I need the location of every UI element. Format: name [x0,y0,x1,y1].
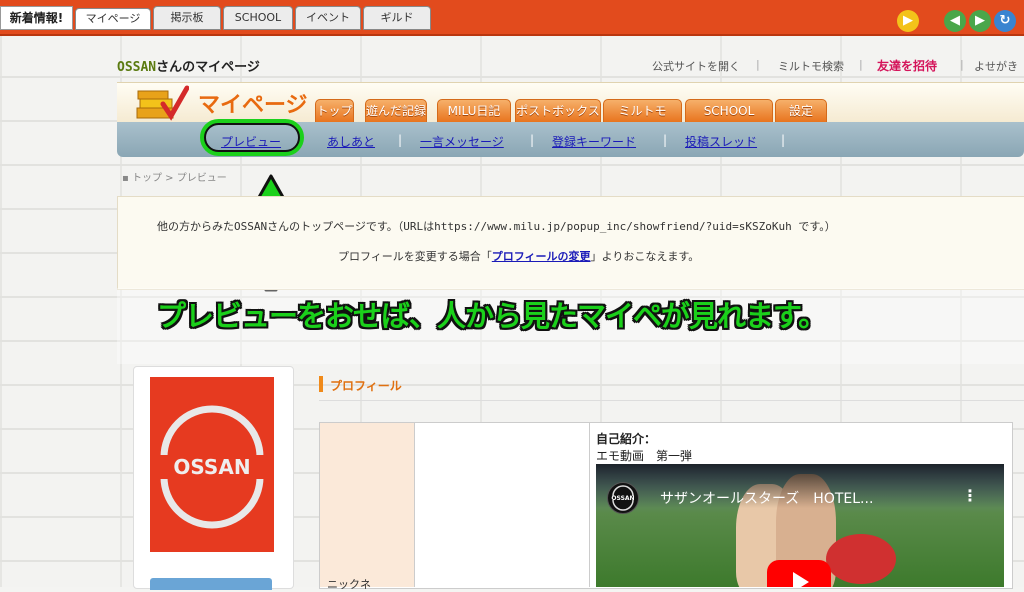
tab-milutomo[interactable]: ミルトモ [603,99,682,123]
yosegaki-link[interactable]: よせがき [974,58,1018,74]
profile-change-link[interactable]: プロフィールの変更 [492,250,591,263]
video-scooter [826,534,896,584]
info-box [117,196,1024,290]
info-line-prefix: プロフィールを変更する場合「 [338,250,492,263]
profile-heading: プロフィール [330,379,402,393]
profile-heading-marker [319,376,323,392]
breadcrumb-text: トップ > プレビュー [131,173,227,184]
books-check-icon [133,84,190,122]
footprints-link[interactable]: あしあと [327,133,375,150]
self-intro-text: エモ動画 第一弾 [596,449,693,463]
profile-cell-divider [589,423,590,587]
tab-school[interactable]: SCHOOL [223,6,293,30]
milutomo-search-link[interactable]: ミルトモ検索 [778,58,844,74]
side-card-button[interactable] [150,578,272,590]
tab-event[interactable]: イベント [295,6,361,30]
subnav-separator: | [781,133,786,147]
registered-keywords-link[interactable]: 登録キーワード [552,133,636,150]
video-title[interactable]: サザンオールスターズ HOTEL... [660,488,873,508]
channel-avatar[interactable]: OSSAN [607,482,639,514]
tab-guild[interactable]: ギルド [363,6,431,30]
self-intro-label: 自己紹介： [596,432,657,446]
tab-milu-diary[interactable]: MILU日記 [437,99,511,123]
profile-section-header [319,370,1024,401]
embedded-video[interactable]: OSSAN サザンオールスターズ HOTEL... ⋮ [596,464,1004,587]
tab-school-mypage[interactable]: SCHOOL [685,99,773,123]
tab-top[interactable]: トップ [315,99,354,123]
play-button-icon[interactable] [767,560,831,587]
tab-settings[interactable]: 設定 [775,99,827,123]
page-title-suffix: さんのマイページ [156,60,260,75]
news-label[interactable]: 新着情報! [0,6,73,30]
link-separator: | [859,58,863,71]
info-line-suffix: 」よりおこなえます。 [590,250,700,263]
avatar-logo-text: OSSAN [173,455,250,479]
more-options-icon[interactable]: ⋮ [962,486,978,505]
subnav-separator: | [530,133,535,147]
info-line-url: 他の方からみたOSSANさんのトップページです。（URLはhttps://www… [157,220,836,233]
posted-threads-link[interactable]: 投稿スレッド [685,133,757,150]
tab-play-record[interactable]: 遊んだ記録 [365,99,427,123]
breadcrumb: ▪ トップ > プレビュー [122,173,227,184]
channel-logo-text: OSSAN [611,495,634,502]
page-title: OSSANさんのマイページ [117,56,260,75]
profile-label-cell [320,423,415,587]
link-separator: | [960,58,964,71]
preview-highlight-ring-inner [204,123,300,152]
annotation-callout: プレビューをおせば、人から見たマイペが見れます。 [157,299,827,333]
mypage-title: マイページ [198,93,308,118]
profile-avatar: OSSAN [150,377,274,552]
refresh-icon[interactable]: ↻ [994,10,1016,32]
tab-post-box[interactable]: ポストボックス [515,99,601,123]
tab-bulletin-board[interactable]: 掲示板 [153,6,221,30]
subnav-separator: | [663,133,668,147]
link-separator: | [756,58,760,71]
subnav-separator: | [398,133,403,147]
username: OSSAN [117,60,157,75]
invite-friend-link[interactable]: 友達を招待 [877,57,937,74]
one-line-message-link[interactable]: 一言メッセージ [420,133,504,150]
play-icon[interactable]: ▶ [897,10,919,32]
forward-arrow-icon[interactable]: ▶ [969,10,991,32]
back-arrow-icon[interactable]: ◀ [944,10,966,32]
nickname-label: ニックネ [327,578,371,591]
tab-mypage[interactable]: マイページ [75,8,151,30]
official-site-link[interactable]: 公式サイトを開く [652,58,740,74]
info-line-profile: プロフィールを変更する場合「プロフィールの変更」よりおこなえます。 [338,248,699,264]
